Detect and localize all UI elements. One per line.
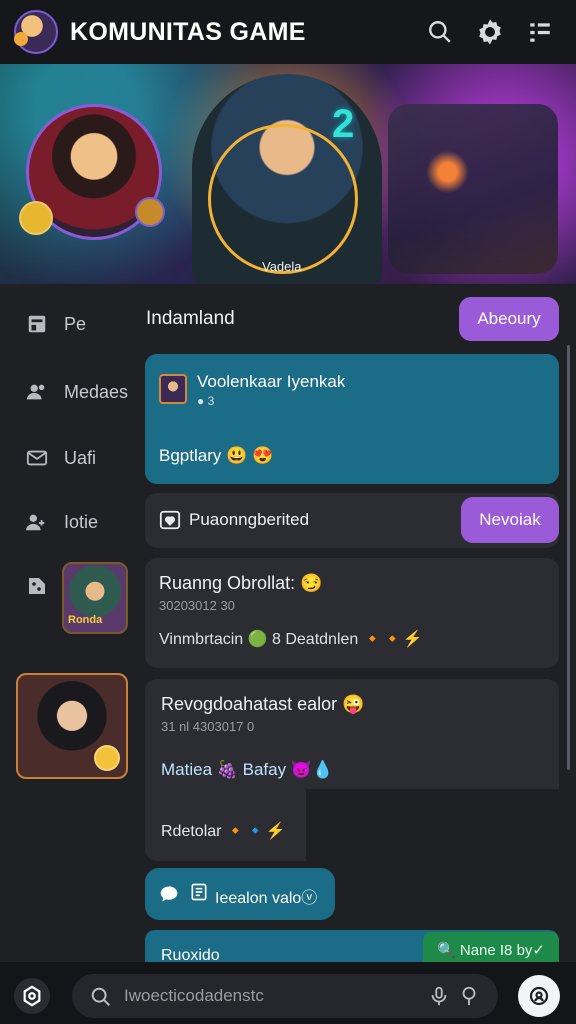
app-title: KOMUNITAS GAME [70,17,306,46]
new-button[interactable]: Nevoiak [461,497,559,543]
search-input[interactable] [124,984,424,1008]
channel-title: Indamland [146,308,235,329]
message-timestamp: 31 nl 4303017 0 [161,719,255,734]
sidebar-item-mail[interactable]: Uafi [24,438,96,478]
sidebar-item-label: Pe [64,313,87,334]
banner-number: 2 [332,102,355,146]
message-timestamp: 30203012 30 [159,598,235,613]
hero-battle-scene [388,104,558,274]
message-body-secondary: Rdetolar 🔸🔹⚡ [161,823,286,840]
post-author: Voolenkaar Iyenkak [197,372,346,391]
message-body: Vinmbrtacin 🟢 8 Deatdnlen 🔸🔸⚡ [159,631,423,648]
sidebar-item-label: Medaes [64,381,129,402]
card-cutout [306,789,559,861]
bubble-text: Ieealon valoⓥ [215,890,318,907]
users-icon [24,379,50,405]
document-icon [189,882,211,904]
compass-icon[interactable] [14,978,50,1014]
featured-post-card[interactable]: Voolenkaar Iyenkak ● 3 Bgptlary 😃 😍 [145,354,559,484]
coin-icon [135,197,165,227]
search-icon[interactable] [418,10,462,54]
user-avatar[interactable] [14,10,58,54]
sidebar-item-label: Uafi [64,447,97,468]
message-card[interactable]: Ruanng Obrollat: 😏 30203012 30 Vinmbrtac… [145,558,559,668]
message-card[interactable]: Revogdoahatast ealor 😜 31 nl 4303017 0 M… [145,679,559,861]
app-root: KOMUNITAS GAME 2 Vadela Pe Medaes Uafi I… [0,0,576,1024]
emoji-icon [94,745,120,771]
community-banner: 2 Vadela [0,64,576,284]
avatar-badge-icon [14,32,28,46]
microphone-icon[interactable] [428,985,450,1007]
player-avatar-large[interactable] [16,673,128,779]
post-body: Bgptlary 😃 😍 [159,446,274,465]
post-avatar [159,374,187,404]
sidebar-item-home[interactable]: Pe [24,304,86,344]
friends-icon [24,509,50,535]
sidebar-item-label: Iotie [64,511,99,532]
profile-button[interactable] [518,975,560,1017]
mail-icon [24,445,50,471]
menu-icon[interactable] [518,10,562,54]
about-button[interactable]: Abeoury [459,297,559,341]
sidebar-item-members[interactable]: Medaes [24,372,128,412]
notification-text: Puaonngberited [189,510,310,529]
bottom-bar [0,962,576,1024]
home-icon [24,311,50,337]
post-meta: ● 3 [197,394,215,408]
game-thumbnail[interactable]: Ronda [62,562,128,634]
settings-icon[interactable] [468,10,512,54]
gamepad-icon [24,573,50,599]
search-bar[interactable] [72,974,498,1018]
chat-icon [159,884,179,904]
message-title: Ruanng Obrollat: 😏 [159,573,323,593]
hero-portrait-left [19,104,165,240]
thumbnail-label: Ronda [68,614,103,626]
banner-caption: Vadela [262,259,302,274]
heart-badge-icon [159,509,181,531]
top-header: KOMUNITAS GAME [0,0,576,64]
message-title: Revogdoahatast ealor 😜 [161,694,365,714]
sidebar-item-friends[interactable]: Iotie [24,502,98,542]
sidebar-item-games[interactable] [24,566,64,606]
message-body: Matiea 🍇 Bafay 😈💧 [161,760,334,779]
gem-icon [19,201,53,235]
location-pin-icon[interactable] [458,985,480,1007]
chat-bubble[interactable]: Ieealon valoⓥ [145,868,335,920]
scrollbar[interactable] [567,345,570,770]
search-icon [90,986,112,1008]
